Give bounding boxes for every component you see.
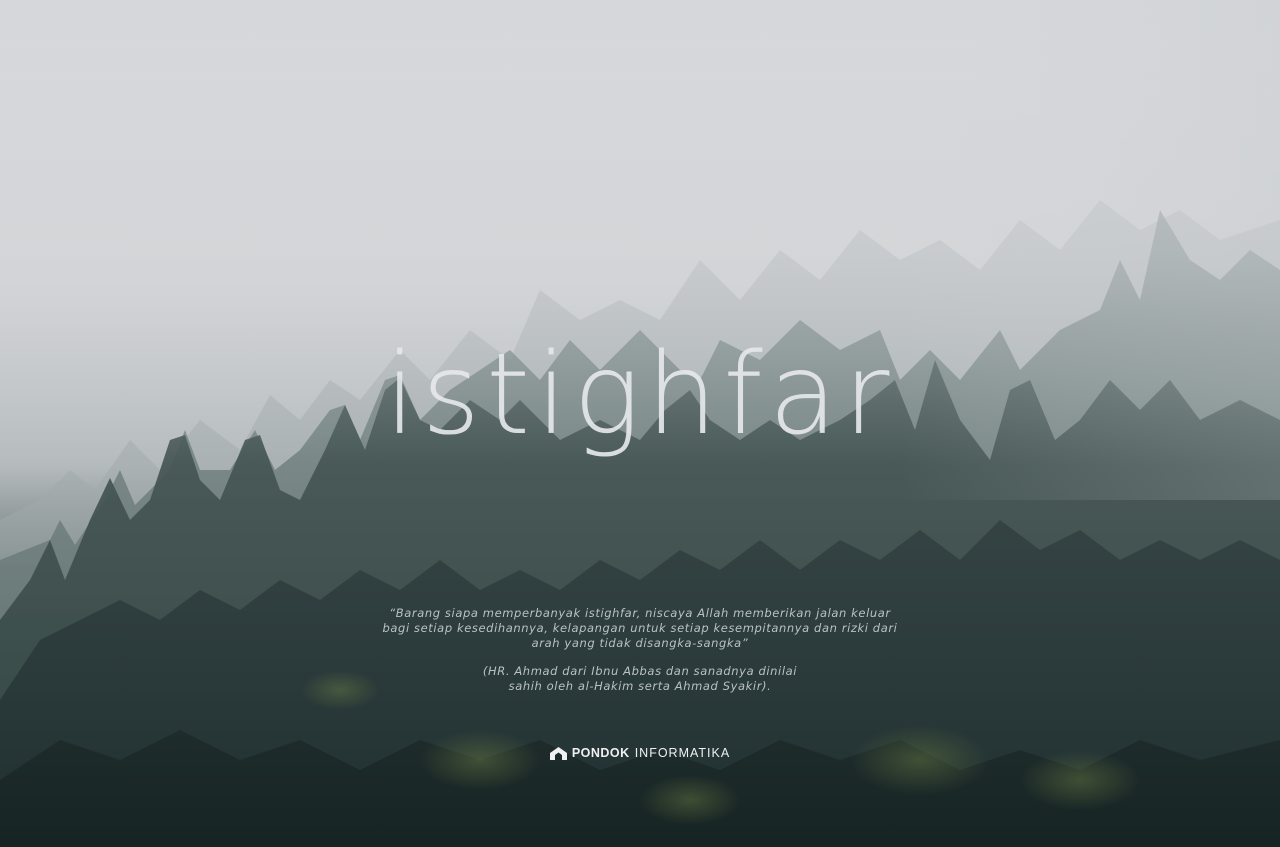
brand-logo: PONDOK INFORMATIKA bbox=[0, 746, 1280, 760]
hadith-reference: (HR. Ahmad dari Ibnu Abbas dan sanadnya … bbox=[440, 664, 840, 694]
poster: istighfar “Barang siapa memperbanyak ist… bbox=[0, 0, 1280, 847]
quote-line: arah yang tidak disangka-sangka” bbox=[531, 636, 749, 650]
reference-line: (HR. Ahmad dari Ibnu Abbas dan sanadnya … bbox=[482, 664, 798, 678]
quote-line: bagi setiap kesedihannya, kelapangan unt… bbox=[382, 621, 898, 635]
pondok-roof-icon bbox=[549, 746, 567, 760]
brand-name-light: INFORMATIKA bbox=[634, 746, 731, 760]
quote-line: “Barang siapa memperbanyak istighfar, ni… bbox=[389, 606, 891, 620]
poster-title: istighfar bbox=[384, 330, 896, 460]
reference-line: sahih oleh al-Hakim serta Ahmad Syakir). bbox=[508, 679, 772, 693]
brand-name-bold: PONDOK bbox=[571, 746, 630, 760]
hadith-quote: “Barang siapa memperbanyak istighfar, ni… bbox=[370, 606, 910, 651]
